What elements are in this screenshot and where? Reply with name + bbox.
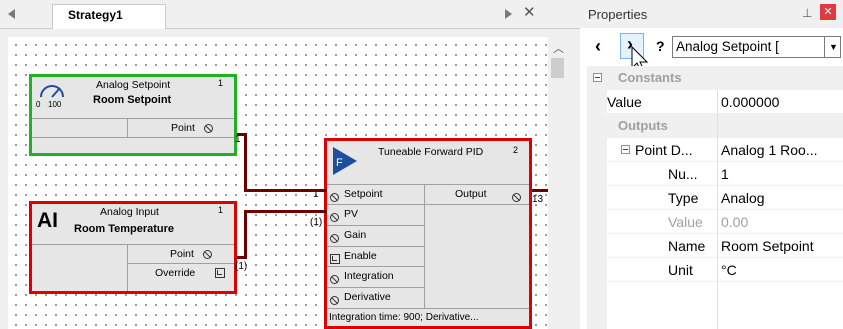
input-label: Gain <box>344 229 367 241</box>
output-pin-icon[interactable] <box>203 250 212 259</box>
pid-ports: Setpoint PV Gain Enable Integration Deri… <box>327 184 529 309</box>
property-name: Unit <box>668 262 693 278</box>
property-row-point-definition[interactable]: Point D... Analog 1 Roo... <box>607 138 843 162</box>
property-value[interactable]: Room Setpoint <box>721 238 814 254</box>
category-outputs[interactable]: Outputs <box>587 114 843 138</box>
scrollbar-thumb[interactable] <box>551 58 564 78</box>
category-constants[interactable]: Constants <box>587 66 843 90</box>
pid-input-derivative[interactable]: Derivative <box>327 288 424 309</box>
block-name: Room Temperature <box>74 223 175 235</box>
input-label: Setpoint <box>344 188 383 200</box>
analog-input-block[interactable]: AI Analog Input 1 Room Temperature Point… <box>29 201 237 294</box>
pid-input-pv[interactable]: PV <box>327 205 424 226</box>
input-pin-icon[interactable] <box>330 193 339 202</box>
pid-input-enable[interactable]: Enable <box>327 247 424 267</box>
property-value[interactable]: 0.000000 <box>721 94 779 110</box>
input-label: PV <box>344 208 359 220</box>
dropdown-arrow-icon[interactable]: ▼ <box>824 37 840 57</box>
help-icon[interactable]: ? <box>656 38 665 54</box>
block-name: Room Setpoint <box>93 94 172 106</box>
output-label-point: Point <box>170 248 194 260</box>
input-pin-icon[interactable] <box>330 275 339 284</box>
close-properties-icon[interactable]: ✕ <box>820 4 836 20</box>
back-icon[interactable]: ‹ <box>595 36 601 57</box>
property-name: Nu... <box>668 166 698 182</box>
property-row-type[interactable]: Type Analog <box>607 186 843 210</box>
block-footer <box>32 137 234 153</box>
wire-pid-output[interactable] <box>532 189 548 192</box>
property-value[interactable]: °C <box>721 262 737 278</box>
block-index: 1 <box>218 205 224 215</box>
pid-forward-icon: F <box>333 147 357 175</box>
input-pin-icon[interactable] <box>330 296 339 305</box>
wire-segment <box>244 133 247 192</box>
output-label: Output <box>455 188 487 200</box>
property-value[interactable]: 1 <box>721 166 729 182</box>
property-name: Value <box>668 214 703 230</box>
property-row-value[interactable]: Value 0.000000 <box>607 90 843 114</box>
block-type-label: Analog Setpoint <box>96 79 171 91</box>
category-label: Constants <box>618 70 682 85</box>
tab-scroll-left-icon[interactable] <box>8 9 15 19</box>
wire-segment <box>244 210 327 213</box>
property-grid-left-gutter <box>587 90 607 329</box>
override-toggle-icon[interactable] <box>214 268 225 278</box>
document-tab-label: Strategy1 <box>68 8 123 22</box>
gauge-max-label: 100 <box>48 100 62 109</box>
override-label: Override <box>155 267 196 279</box>
canvas-vertical-scrollbar[interactable] <box>548 37 567 329</box>
pid-footer: Integration time: 900; Derivative... <box>327 308 529 326</box>
tab-list-icon[interactable] <box>505 9 512 19</box>
pid-output-row: Output <box>425 185 529 205</box>
close-document-icon[interactable]: ✕ <box>523 3 536 21</box>
wire-segment <box>244 210 247 259</box>
block-type-label: Tuneable Forward PID <box>378 146 484 158</box>
wire-segment <box>244 189 327 192</box>
analog-setpoint-block[interactable]: 0 100 Analog Setpoint 1 Room Setpoint Po… <box>29 74 237 156</box>
pid-block[interactable]: F Tuneable Forward PID 2 Setpoint PV Gai… <box>324 138 532 329</box>
property-value: 0.00 <box>721 214 749 230</box>
property-row-unit[interactable]: Unit °C <box>607 258 843 282</box>
input-label: Derivative <box>344 291 391 303</box>
property-name: Value <box>607 94 642 110</box>
properties-title-bar: Properties ⊥ ✕ <box>580 0 843 28</box>
output-row-point: Point <box>32 118 234 137</box>
scroll-up-icon[interactable]: ︿ <box>553 40 564 56</box>
collapse-icon[interactable] <box>593 73 602 82</box>
input-label: Enable <box>344 250 377 262</box>
collapse-icon[interactable] <box>621 145 630 154</box>
property-value[interactable]: Analog 1 Roo... <box>721 142 818 158</box>
block-type-label: Analog Input <box>100 206 159 218</box>
strategy-canvas[interactable]: 0 100 Analog Setpoint 1 Room Setpoint Po… <box>8 37 548 329</box>
output-label-point: Point <box>171 122 195 134</box>
property-row-name[interactable]: Name Room Setpoint <box>607 234 843 258</box>
property-grid-divider[interactable] <box>717 90 718 329</box>
pid-output-connection: 13 <box>532 194 544 205</box>
category-label: Outputs <box>618 118 668 133</box>
output-rows: Point Override <box>32 244 234 291</box>
svg-text:F: F <box>336 157 343 169</box>
gauge-min-label: 0 <box>36 100 41 109</box>
property-row-output-value[interactable]: Value 0.00 <box>607 210 843 234</box>
pid-pv-connection: (1) <box>310 217 323 228</box>
pid-input-setpoint[interactable]: Setpoint <box>327 185 424 205</box>
properties-title: Properties <box>588 7 648 22</box>
output-pin-icon[interactable] <box>204 124 213 133</box>
property-value[interactable]: Analog <box>721 190 765 206</box>
input-pin-icon[interactable] <box>330 213 339 222</box>
input-pin-icon[interactable] <box>330 234 339 243</box>
property-row-number[interactable]: Nu... 1 <box>607 162 843 186</box>
block-index: 1 <box>218 78 224 88</box>
enable-toggle-icon[interactable] <box>330 254 340 264</box>
output-pin-icon[interactable] <box>512 193 521 202</box>
object-selector-dropdown[interactable]: Analog Setpoint [ ▼ <box>672 36 841 58</box>
block-index: 2 <box>513 145 519 155</box>
input-output-connection: (1) <box>235 261 248 272</box>
ai-icon: AI <box>37 209 58 232</box>
pid-input-gain[interactable]: Gain <box>327 226 424 247</box>
pid-input-integration[interactable]: Integration <box>327 267 424 288</box>
pin-icon[interactable]: ⊥ <box>802 6 812 20</box>
input-label: Integration <box>344 270 394 282</box>
selected-object-value: Analog Setpoint [ <box>676 39 779 54</box>
